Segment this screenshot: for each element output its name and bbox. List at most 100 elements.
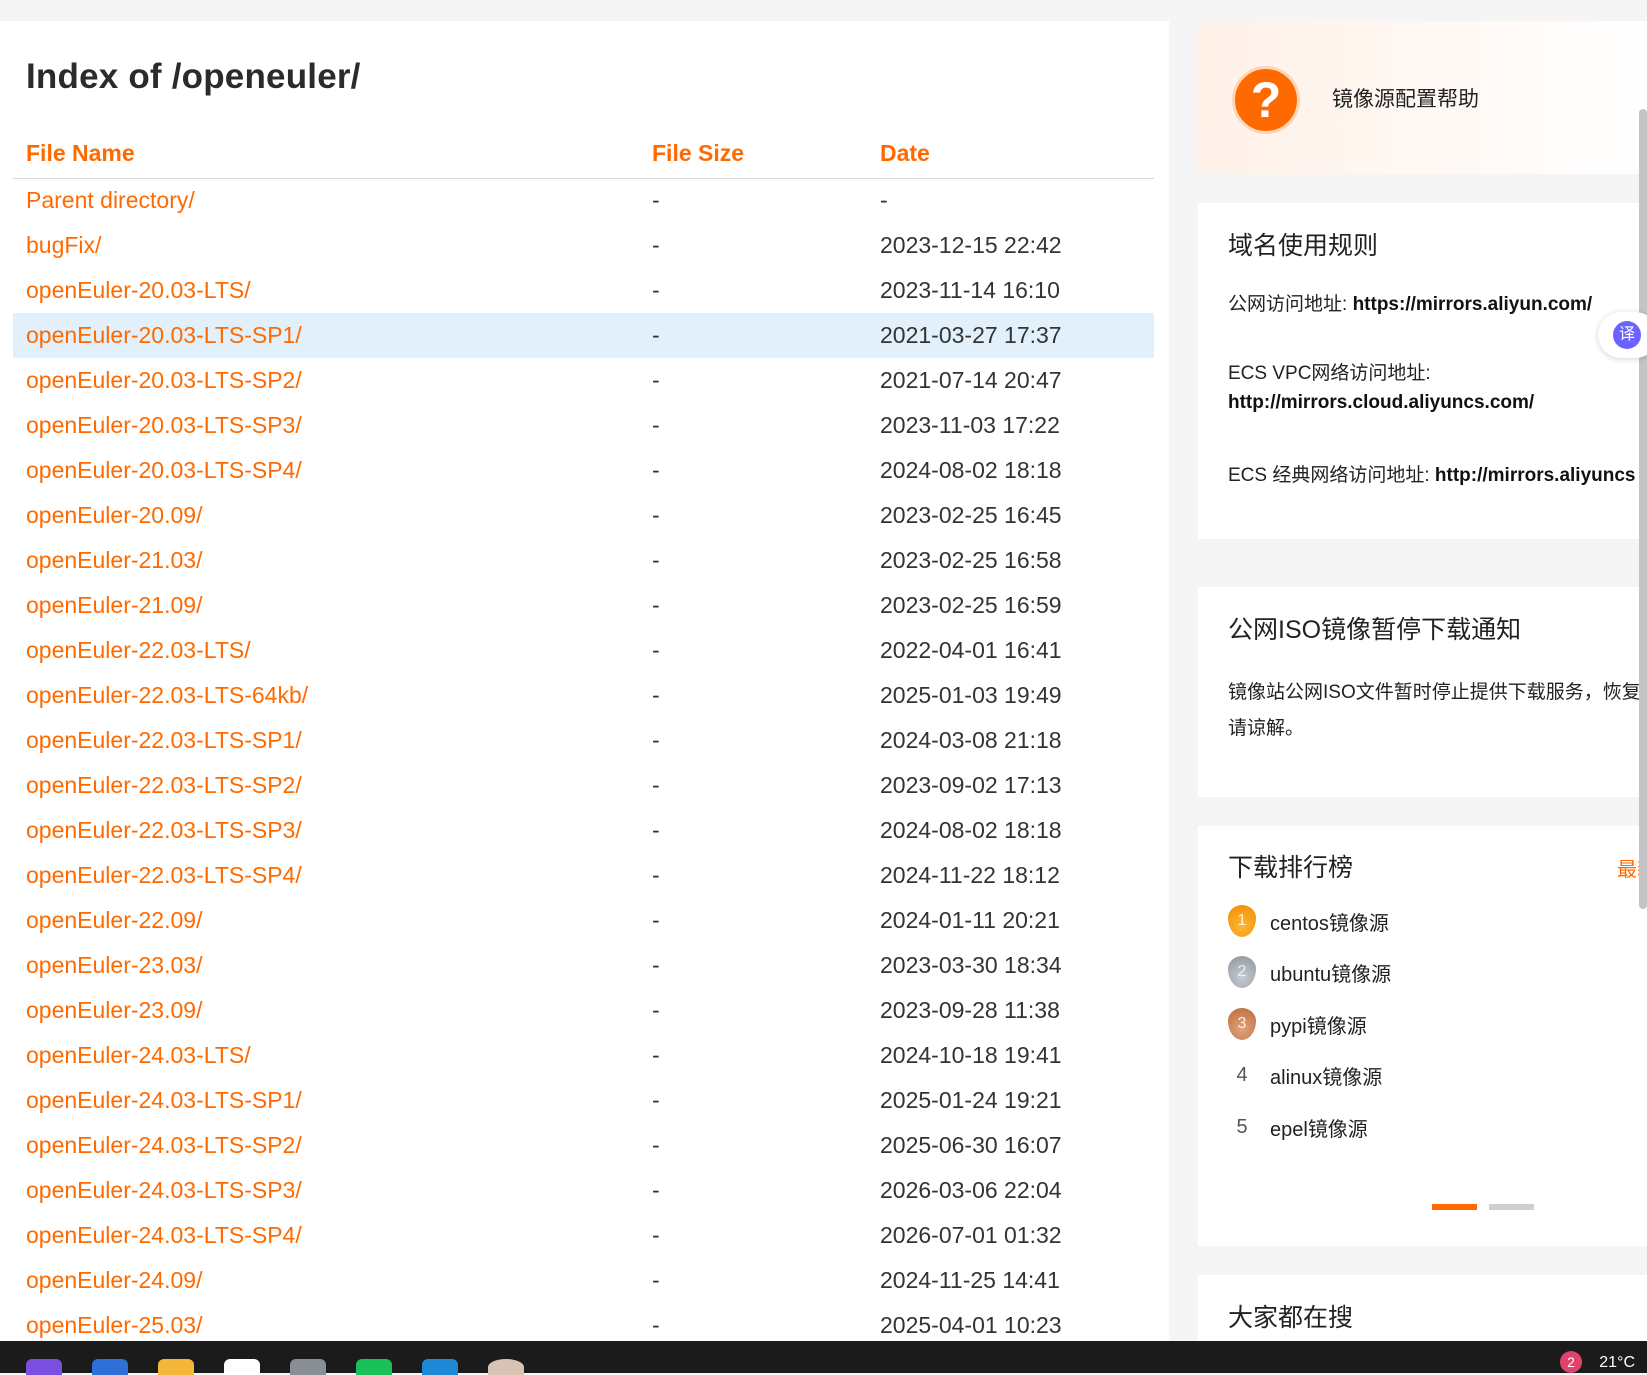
help-card[interactable]: ? 镜像源配置帮助 [1198, 21, 1647, 174]
public-address-url[interactable]: https://mirrors.aliyun.com/ [1353, 294, 1593, 315]
ranking-item-label[interactable]: centos镜像源 [1270, 907, 1389, 936]
ranking-item[interactable]: 2 ubuntu镜像源 [1228, 954, 1391, 990]
table-row[interactable]: openEuler-24.03-LTS-SP1/ - 2025-01-24 19:2… [13, 1078, 1154, 1123]
file-link[interactable]: openEuler-23.09/ [26, 997, 202, 1023]
table-row[interactable]: openEuler-22.03-LTS-SP3/ - 2024-08-02 18:1… [13, 808, 1154, 853]
table-row[interactable]: bugFix/ - 2023-12-15 22:42 [13, 223, 1154, 268]
file-link[interactable]: openEuler-24.03-LTS-SP4/ [26, 1222, 302, 1248]
vpc-address-url[interactable]: http://mirrors.cloud.aliyuncs.com/ [1228, 392, 1534, 413]
table-row[interactable]: openEuler-24.03-LTS-SP3/ - 2026-03-06 22:0… [13, 1168, 1154, 1213]
file-link[interactable]: openEuler-23.03/ [26, 952, 202, 978]
public-address-line: 公网访问地址: https://mirrors.aliyun.com/ [1228, 289, 1592, 316]
table-row[interactable]: openEuler-22.03-LTS-SP2/ - 2023-09-02 17:1… [13, 763, 1154, 808]
file-link[interactable]: openEuler-22.03-LTS-SP1/ [26, 727, 302, 753]
ranking-item[interactable]: 5 epel镜像源 [1228, 1109, 1368, 1145]
table-row[interactable]: openEuler-22.03-LTS-SP4/ - 2024-11-22 18:1… [13, 853, 1154, 898]
file-link[interactable]: openEuler-20.03-LTS-SP2/ [26, 367, 302, 393]
table-row[interactable]: openEuler-20.03-LTS/ - 2023-11-14 16:10 [13, 268, 1154, 313]
file-size-cell: - [652, 412, 660, 438]
table-row[interactable]: openEuler-24.03-LTS/ - 2024-10-18 19:41 [13, 1033, 1154, 1078]
file-link[interactable]: Parent directory/ [26, 187, 195, 213]
weather-temperature[interactable]: 21°C [1599, 1354, 1635, 1372]
file-link[interactable]: openEuler-24.03-LTS-SP3/ [26, 1177, 302, 1203]
file-link[interactable]: openEuler-22.09/ [26, 907, 202, 933]
file-link[interactable]: openEuler-22.03-LTS-SP4/ [26, 862, 302, 888]
table-row[interactable]: openEuler-24.09/ - 2024-11-25 14:41 [13, 1258, 1154, 1303]
file-link[interactable]: openEuler-20.03-LTS/ [26, 277, 251, 303]
file-link[interactable]: openEuler-24.03-LTS/ [26, 1042, 251, 1068]
table-row[interactable]: Parent directory/ - - [13, 178, 1154, 223]
translate-button[interactable]: 译 [1598, 312, 1647, 358]
file-link[interactable]: openEuler-20.09/ [26, 502, 202, 528]
table-row[interactable]: openEuler-23.03/ - 2023-03-30 18:34 [13, 943, 1154, 988]
column-header-date[interactable]: Date [867, 129, 1154, 179]
file-size-cell: - [652, 772, 660, 798]
file-link[interactable]: openEuler-24.09/ [26, 1267, 202, 1293]
file-date-cell: 2024-10-18 19:41 [880, 1042, 1062, 1068]
file-date-cell: - [880, 187, 888, 214]
question-icon[interactable]: ? [1232, 66, 1300, 134]
table-row[interactable]: openEuler-24.03-LTS-SP4/ - 2026-07-01 01:3… [13, 1213, 1154, 1258]
classic-address-url[interactable]: http://mirrors.aliyuncs [1435, 465, 1636, 486]
file-date-cell: 2025-06-30 16:07 [880, 1132, 1062, 1158]
file-link[interactable]: openEuler-21.09/ [26, 592, 202, 618]
table-row[interactable]: openEuler-22.03-LTS-SP1/ - 2024-03-08 21:1… [13, 718, 1154, 763]
ranking-item-label[interactable]: epel镜像源 [1270, 1113, 1368, 1142]
iso-notice-title: 公网ISO镜像暂停下载通知 [1228, 616, 1522, 644]
table-row[interactable]: openEuler-21.03/ - 2023-02-25 16:58 [13, 538, 1154, 583]
file-link[interactable]: openEuler-22.03-LTS-SP2/ [26, 772, 302, 798]
column-header-file-name[interactable]: File Name [13, 129, 639, 179]
rank-medal-icon: 3 [1228, 1008, 1256, 1040]
file-size-cell: - [639, 313, 867, 358]
file-name-cell: openEuler-23.09/ [13, 988, 639, 1033]
table-row[interactable]: openEuler-20.03-LTS-SP1/ -2021-03-27 17:3… [13, 313, 1154, 358]
file-date-cell: 2026-03-06 22:04 [880, 1177, 1062, 1203]
table-row[interactable]: openEuler-22.03-LTS-64kb/ - 2025-01-03 19:… [13, 673, 1154, 718]
help-link[interactable]: 镜像源配置帮助 [1332, 83, 1479, 113]
file-size-cell: - [652, 997, 660, 1023]
scrollbar-thumb[interactable] [1639, 109, 1647, 909]
directory-listing-panel: Index of /openeuler/ File Name File Size… [0, 21, 1169, 1341]
table-row[interactable]: openEuler-21.09/ - 2023-02-25 16:59 [13, 583, 1154, 628]
file-name-cell: bugFix/ [13, 223, 639, 268]
file-link[interactable]: openEuler-22.03-LTS/ [26, 637, 251, 663]
file-link[interactable]: openEuler-25.03/ [26, 1312, 202, 1338]
ranking-item-label[interactable]: alinux镜像源 [1270, 1061, 1382, 1090]
file-size-cell: - [652, 1177, 660, 1203]
table-row[interactable]: openEuler-22.03-LTS/ - 2022-04-01 16:41 [13, 628, 1154, 673]
file-date-cell: 2023-02-25 16:58 [880, 547, 1062, 573]
file-size-cell: - [652, 502, 660, 528]
file-link[interactable]: openEuler-21.03/ [26, 547, 202, 573]
table-row[interactable]: openEuler-20.03-LTS-SP2/ - 2021-07-14 20:4… [13, 358, 1154, 403]
file-date-cell: 2023-11-03 17:22 [880, 412, 1060, 438]
file-name-cell: openEuler-22.03-LTS-64kb/ [13, 673, 639, 718]
notification-badge: 2 [1560, 1351, 1582, 1373]
file-link[interactable]: openEuler-24.03-LTS-SP2/ [26, 1132, 302, 1158]
file-link[interactable]: openEuler-22.03-LTS-SP3/ [26, 817, 302, 843]
table-row[interactable]: openEuler-20.03-LTS-SP4/ - 2024-08-02 18:1… [13, 448, 1154, 493]
ranking-item-label[interactable]: ubuntu镜像源 [1270, 958, 1391, 987]
ranking-item[interactable]: 4 alinux镜像源 [1228, 1057, 1382, 1093]
file-link[interactable]: bugFix/ [26, 232, 101, 258]
table-row[interactable]: openEuler-23.09/ - 2023-09-28 11:38 [13, 988, 1154, 1033]
file-link[interactable]: openEuler-22.03-LTS-64kb/ [26, 682, 308, 708]
table-row[interactable]: openEuler-24.03-LTS-SP2/ - 2025-06-30 16:0… [13, 1123, 1154, 1168]
file-date-cell: 2023-09-28 11:38 [880, 997, 1060, 1023]
file-date-cell: 2025-01-03 19:49 [880, 682, 1062, 708]
column-header-file-size[interactable]: File Size [639, 129, 867, 179]
carousel-page-1-indicator[interactable] [1432, 1204, 1477, 1210]
carousel-page-2-indicator[interactable] [1489, 1204, 1534, 1210]
file-link[interactable]: openEuler-20.03-LTS-SP4/ [26, 457, 302, 483]
ranking-item[interactable]: 3 pypi镜像源 [1228, 1006, 1367, 1042]
table-row[interactable]: openEuler-22.09/ - 2024-01-11 20:21 [13, 898, 1154, 943]
file-name-cell: openEuler-24.03-LTS-SP1/ [13, 1078, 639, 1123]
ranking-item-label[interactable]: pypi镜像源 [1270, 1010, 1367, 1039]
ranking-item[interactable]: 1 centos镜像源 [1228, 903, 1389, 939]
file-link[interactable]: openEuler-24.03-LTS-SP1/ [26, 1087, 302, 1113]
file-link[interactable]: openEuler-20.03-LTS-SP1/ [26, 322, 302, 348]
table-row[interactable]: openEuler-20.03-LTS-SP3/ - 2023-11-03 17:2… [13, 403, 1154, 448]
file-link[interactable]: openEuler-20.03-LTS-SP3/ [26, 412, 302, 438]
table-row[interactable]: openEuler-20.09/ - 2023-02-25 16:45 [13, 493, 1154, 538]
table-row[interactable]: openEuler-25.03/ - 2025-04-01 10:23 [13, 1303, 1154, 1341]
file-name-cell: openEuler-24.09/ [13, 1258, 639, 1303]
